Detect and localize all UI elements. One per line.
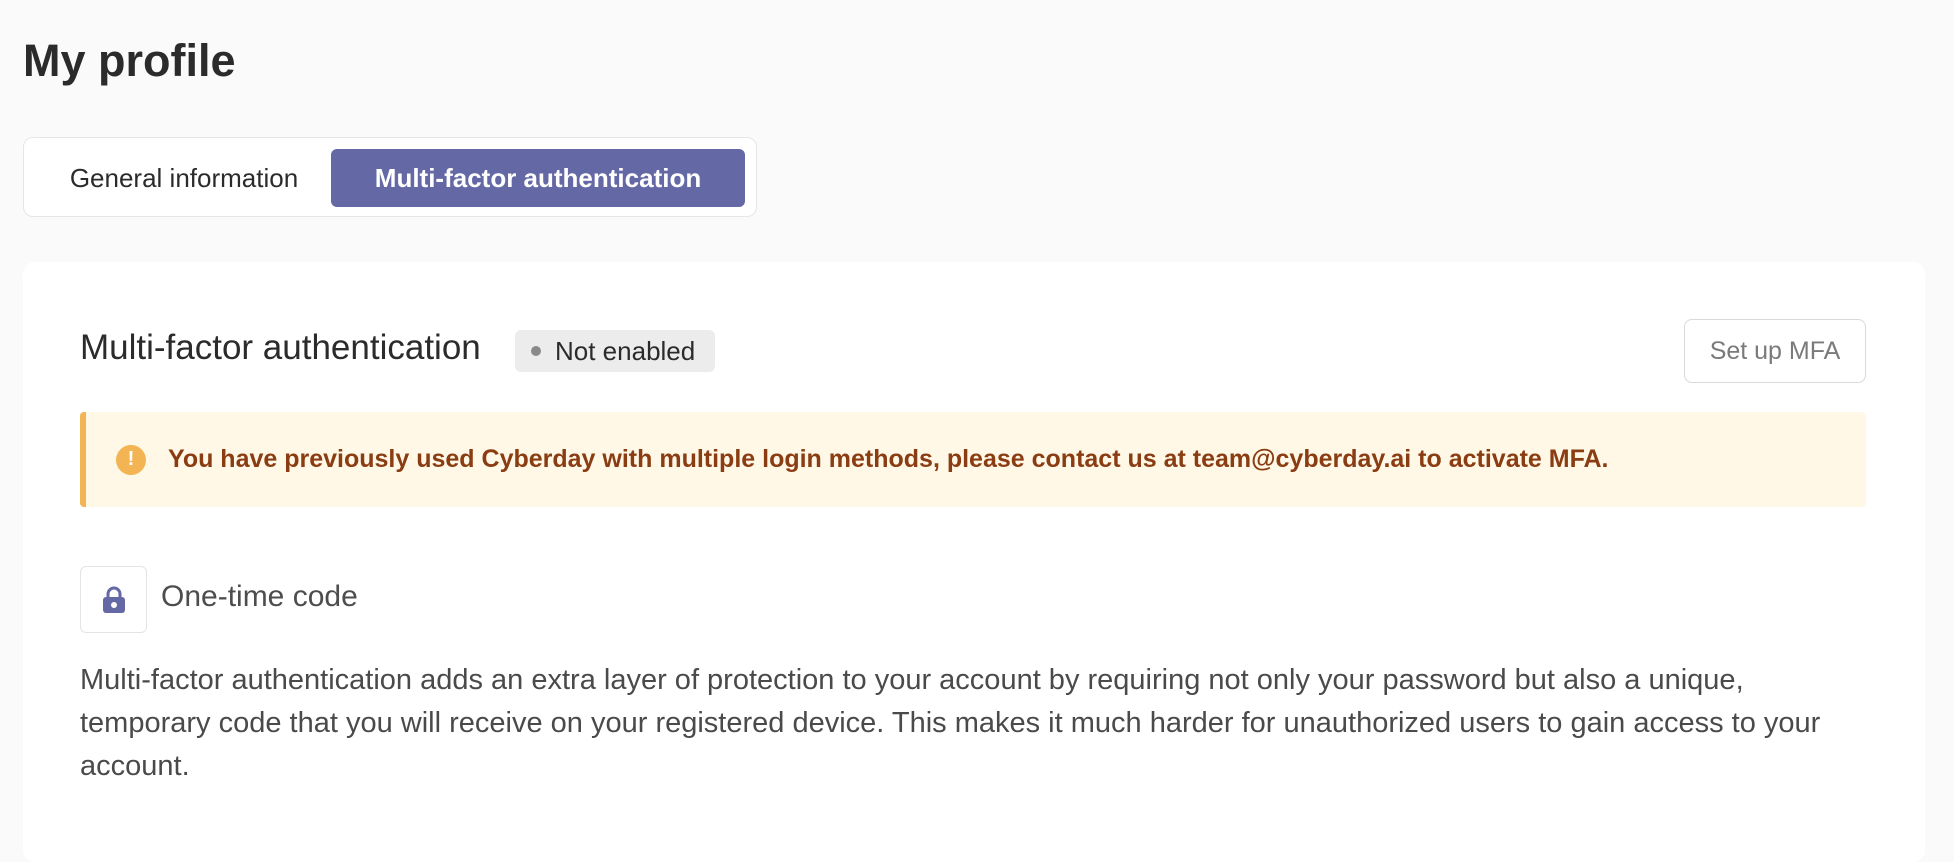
warning-alert-text: You have previously used Cyberday with m…: [168, 445, 1609, 473]
method-label: One-time code: [161, 580, 358, 613]
tab-general-information[interactable]: General information: [44, 149, 324, 207]
profile-tabs: General information Multi-factor authent…: [23, 137, 757, 217]
mfa-card: Multi-factor authentication Not enabled …: [23, 262, 1925, 862]
status-badge-label: Not enabled: [555, 335, 696, 366]
page-title: My profile: [23, 35, 236, 86]
section-title: Multi-factor authentication: [80, 328, 481, 367]
tab-multi-factor-authentication[interactable]: Multi-factor authentication: [331, 149, 745, 207]
status-dot-icon: [531, 346, 541, 356]
setup-mfa-button[interactable]: Set up MFA: [1684, 319, 1866, 383]
mfa-description: Multi-factor authentication adds an extr…: [80, 664, 1821, 782]
warning-alert: ! You have previously used Cyberday with…: [80, 412, 1866, 507]
warning-icon: !: [116, 444, 146, 475]
status-badge: Not enabled: [515, 330, 716, 372]
lock-icon: [80, 566, 147, 633]
